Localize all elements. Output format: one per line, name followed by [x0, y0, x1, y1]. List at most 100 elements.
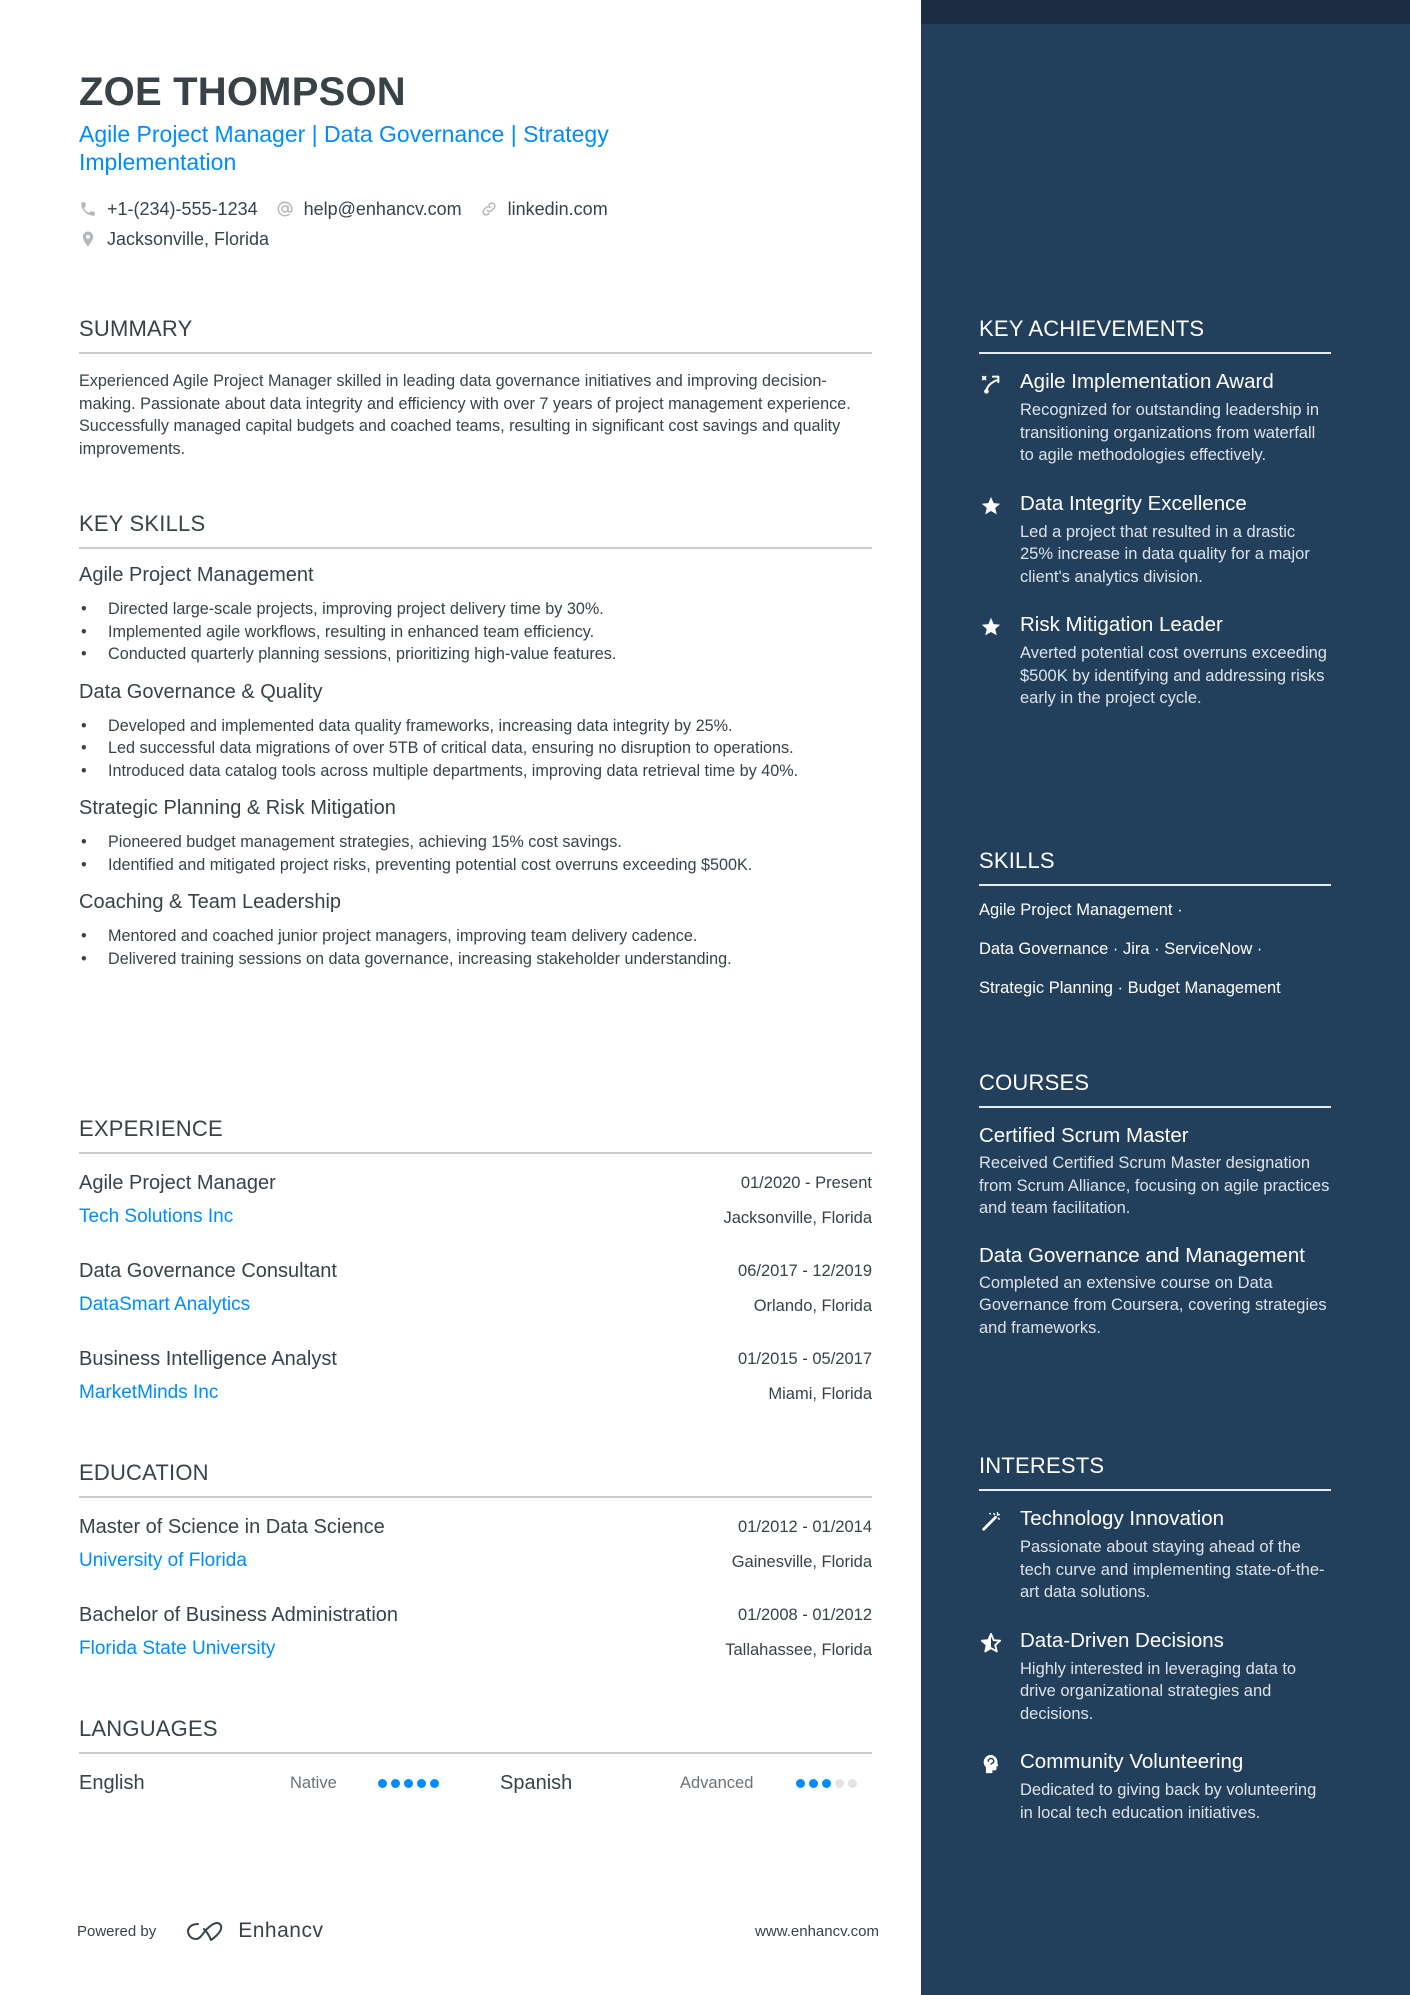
- job-dates: 01/2015 - 05/2017: [738, 1350, 872, 1368]
- key-achievements-section: KEY ACHIEVEMENTS Agile Implementation Aw…: [979, 315, 1331, 710]
- contact-email[interactable]: help@enhancv.com: [276, 194, 462, 224]
- languages-section: LANGUAGES English Native Spanish Advance…: [79, 1715, 872, 1798]
- powered-by-label: Powered by: [77, 1922, 157, 1940]
- skill-group-title: Data Governance & Quality: [79, 680, 323, 703]
- skill-bullet: Developed and implemented data quality f…: [79, 715, 872, 738]
- section-title: COURSES: [979, 1069, 1331, 1108]
- course-item: Certified Scrum Master Received Certifie…: [979, 1122, 1331, 1220]
- skill-group: Strategic Planning & Risk Mitigation Pio…: [79, 795, 872, 876]
- skill-bullet: Led successful data migrations of over 5…: [79, 737, 872, 760]
- main-column: ZOE THOMPSON Agile Project Manager | Dat…: [0, 0, 921, 1995]
- candidate-name: ZOE THOMPSON: [79, 70, 406, 114]
- language-name: English: [79, 1771, 145, 1794]
- achievement-item: Agile Implementation Award Recognized fo…: [979, 369, 1331, 467]
- section-title: SKILLS: [979, 847, 1331, 886]
- interest-desc: Highly interested in leveraging data to …: [1020, 1659, 1297, 1723]
- key-skills-section: KEY SKILLS Agile Project Management Dire…: [79, 510, 872, 970]
- skill-bullet: Delivered training sessions on data gove…: [79, 948, 872, 971]
- resume-header: ZOE THOMPSON Agile Project Manager | Dat…: [79, 66, 719, 254]
- language-rating: [796, 1778, 857, 1788]
- location-pin-icon: [79, 230, 97, 248]
- star-icon: [979, 494, 1003, 518]
- summary-text: Experienced Agile Project Manager skille…: [79, 372, 851, 458]
- language-name: Spanish: [500, 1771, 573, 1794]
- skills-line: Data Governance · Jira · ServiceNow ·: [979, 940, 1263, 958]
- experience-entry: Business Intelligence Analyst MarketMind…: [79, 1346, 872, 1406]
- job-location: Orlando, Florida: [753, 1297, 872, 1315]
- education-entry: Bachelor of Business Administration Flor…: [79, 1602, 872, 1662]
- section-title: EDUCATION: [79, 1459, 872, 1498]
- rating-dot-filled: [391, 1778, 400, 1788]
- degree-title: Master of Science in Data Science: [79, 1516, 385, 1538]
- skill-bullet: Mentored and coached junior project mana…: [79, 925, 872, 948]
- experience-entry: Data Governance Consultant DataSmart Ana…: [79, 1258, 872, 1318]
- interest-title: Data-Driven Decisions: [1020, 1628, 1224, 1652]
- language-rating: [378, 1778, 439, 1788]
- skill-group-title: Strategic Planning & Risk Mitigation: [79, 797, 396, 819]
- interest-desc: Passionate about staying ahead of the te…: [1020, 1538, 1325, 1601]
- job-location: Jacksonville, Florida: [723, 1209, 872, 1227]
- skills-line: Agile Project Management ·: [979, 901, 1183, 919]
- company-name[interactable]: MarketMinds Inc: [79, 1380, 218, 1406]
- contact-phone[interactable]: +1-(234)-555-1234: [79, 194, 258, 224]
- contact-link[interactable]: linkedin.com: [480, 194, 608, 224]
- education-section: EDUCATION Master of Science in Data Scie…: [79, 1459, 872, 1662]
- section-title: LANGUAGES: [79, 1715, 872, 1754]
- rating-dot-empty: [835, 1778, 844, 1788]
- enhancv-logo[interactable]: Enhancv: [184, 1918, 323, 1944]
- skill-bullet: Directed large-scale projects, improving…: [79, 598, 872, 621]
- achievement-item: Risk Mitigation Leader Averted potential…: [979, 612, 1331, 710]
- skill-bullet: Implemented agile workflows, resulting i…: [79, 621, 872, 644]
- degree-title: Bachelor of Business Administration: [79, 1604, 399, 1626]
- link-icon: [480, 200, 498, 218]
- interest-title: Community Volunteering: [1020, 1750, 1244, 1773]
- experience-section: EXPERIENCE Agile Project Manager Tech So…: [79, 1115, 872, 1406]
- head-icon: [979, 1752, 1003, 1776]
- skill-group-title: Coaching & Team Leadership: [79, 891, 342, 913]
- skill-bullet: Conducted quarterly planning sessions, p…: [79, 643, 872, 666]
- school-name[interactable]: University of Florida: [79, 1548, 247, 1574]
- education-location: Gainesville, Florida: [731, 1553, 872, 1571]
- section-title: KEY SKILLS: [79, 510, 872, 549]
- rating-dot-filled: [430, 1778, 439, 1788]
- education-entry: Master of Science in Data Science Univer…: [79, 1514, 872, 1574]
- rating-dot-filled: [796, 1778, 805, 1788]
- skill-group: Data Governance & Quality Developed and …: [79, 679, 872, 783]
- rating-dot-filled: [378, 1778, 387, 1788]
- job-title: Agile Project Manager: [79, 1172, 276, 1194]
- education-dates: 01/2008 - 01/2012: [738, 1606, 872, 1624]
- magic-wand-icon: [979, 1509, 1003, 1533]
- section-title: KEY ACHIEVEMENTS: [979, 315, 1331, 354]
- education-location: Tallahassee, Florida: [725, 1641, 872, 1659]
- contact-location: Jacksonville, Florida: [79, 224, 269, 254]
- rating-dot-filled: [417, 1778, 426, 1788]
- language-level: Native: [290, 1773, 337, 1792]
- achievement-title: Data Integrity Excellence: [1020, 491, 1247, 515]
- phone-text: +1-(234)-555-1234: [107, 199, 258, 219]
- courses-section: COURSES Certified Scrum Master Received …: [979, 1069, 1331, 1339]
- rating-dot-empty: [848, 1778, 857, 1788]
- company-name[interactable]: DataSmart Analytics: [79, 1292, 250, 1318]
- job-dates: 06/2017 - 12/2019: [738, 1262, 872, 1280]
- interest-item: Community Volunteering Dedicated to givi…: [979, 1749, 1331, 1824]
- language-item: English Native: [79, 1772, 500, 1795]
- school-name[interactable]: Florida State University: [79, 1636, 275, 1662]
- education-dates: 01/2012 - 01/2014: [738, 1518, 872, 1536]
- link-text: linkedin.com: [507, 199, 608, 219]
- skill-bullet: Introduced data catalog tools across mul…: [79, 760, 872, 783]
- star-icon: [979, 615, 1003, 639]
- skill-bullet: Identified and mitigated project risks, …: [79, 854, 872, 877]
- skills-line: Strategic Planning · Budget Management: [979, 979, 1281, 997]
- website-link[interactable]: www.enhancv.com: [755, 1923, 879, 1940]
- course-desc: Received Certified Scrum Master designat…: [979, 1154, 1330, 1217]
- course-title: Certified Scrum Master: [979, 1124, 1189, 1147]
- job-dates: 01/2020 - Present: [740, 1174, 872, 1192]
- skill-group-title: Agile Project Management: [79, 564, 314, 586]
- footer: Powered by Enhancv www.enhancv.com: [77, 1916, 879, 1946]
- company-name[interactable]: Tech Solutions Inc: [79, 1204, 233, 1230]
- section-title: EXPERIENCE: [79, 1115, 872, 1154]
- language-item: Spanish Advanced: [500, 1772, 872, 1795]
- interest-item: Technology Innovation Passionate about s…: [979, 1506, 1331, 1604]
- location-text: Jacksonville, Florida: [107, 229, 270, 249]
- half-star-icon: [979, 1631, 1003, 1655]
